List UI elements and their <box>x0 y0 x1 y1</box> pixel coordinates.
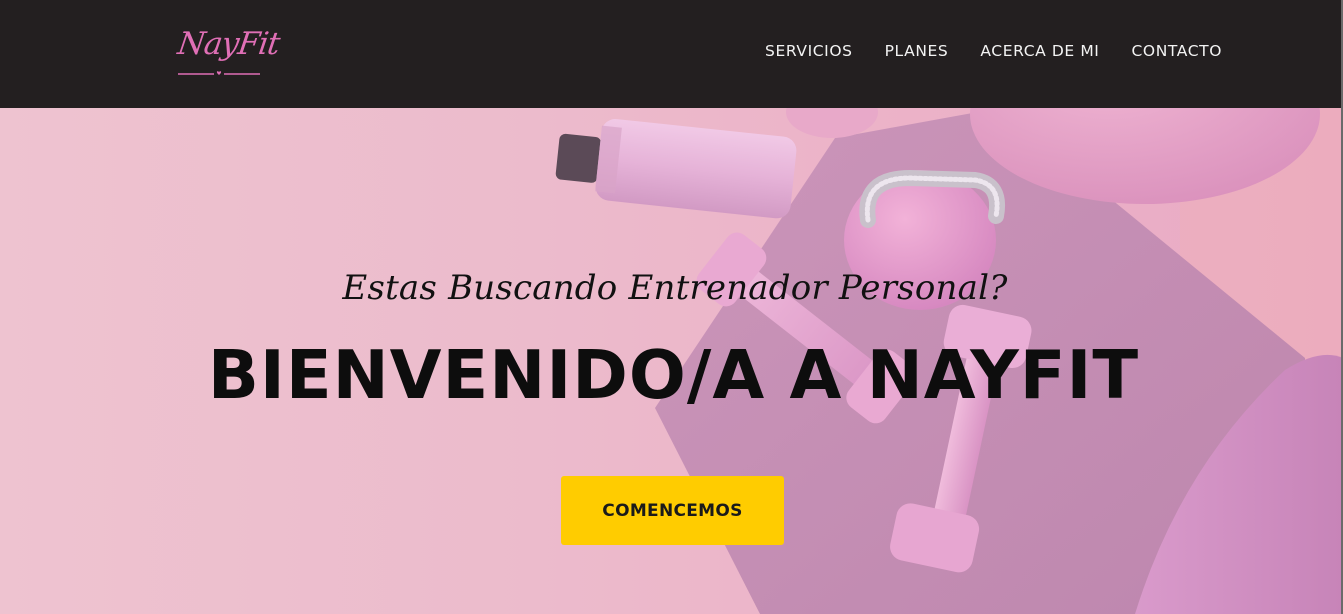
nav-item-contacto[interactable]: CONTACTO <box>1131 42 1222 60</box>
brand-logo[interactable]: NayFit <box>175 22 282 82</box>
page: NayFit SERVICIOS PLANES ACERCA DE MI CON… <box>0 0 1343 614</box>
logo-underline-icon <box>178 71 260 75</box>
main-nav: SERVICIOS PLANES ACERCA DE MI CONTACTO <box>765 42 1222 60</box>
nav-item-servicios[interactable]: SERVICIOS <box>765 42 853 60</box>
navbar: NayFit SERVICIOS PLANES ACERCA DE MI CON… <box>0 0 1343 108</box>
comencemos-button[interactable]: COMENCEMOS <box>561 476 784 545</box>
nav-item-planes[interactable]: PLANES <box>885 42 949 60</box>
hero-subtitle: Estas Buscando Entrenador Personal? <box>342 268 1008 308</box>
hero-title: BIENVENIDO/A A NAYFIT <box>207 336 1140 414</box>
hero-section: Estas Buscando Entrenador Personal? BIEN… <box>0 108 1343 614</box>
nav-item-acerca-de-mi[interactable]: ACERCA DE MI <box>980 42 1099 60</box>
